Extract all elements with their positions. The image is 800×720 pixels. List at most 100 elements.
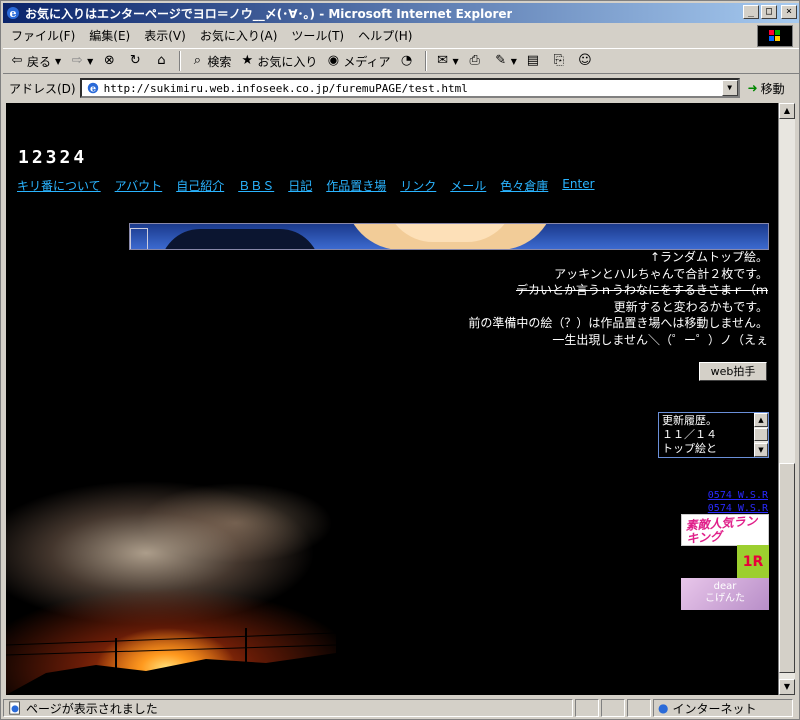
search-icon: ⌕ [193, 53, 201, 68]
chevron-down-icon: ▼ [510, 56, 517, 66]
status-pane [601, 699, 625, 717]
minimize-button[interactable]: _ [743, 5, 759, 19]
browser-window: e お気に入りはエンターページでヨロ＝ノウ__〆(･∀･｡) - Microso… [0, 0, 800, 720]
back-arrow-icon: ⇦ [11, 53, 23, 68]
history-line: 更新履歴。 [662, 414, 717, 427]
status-pane [627, 699, 651, 717]
web-clap-button[interactable]: web拍手 [699, 362, 767, 381]
address-bar: アドレス(D) e http://sukimiru.web.infoseek.c… [3, 76, 799, 100]
favorites-button[interactable]: ★ お気に入り [239, 53, 318, 70]
refresh-icon: ↻ [129, 53, 141, 68]
edit-button[interactable]: ✎ ▼ [493, 53, 517, 69]
stop-button[interactable]: ⊗ [101, 53, 119, 69]
address-url: http://sukimiru.web.infoseek.co.jp/furem… [103, 81, 468, 95]
menu-view[interactable]: 表示(V) [144, 27, 186, 44]
media-icon: ◉ [327, 53, 340, 68]
svg-text:e: e [90, 84, 96, 95]
power-lines-silhouette [6, 628, 336, 695]
edit-icon: ✎ [495, 53, 507, 68]
small-link[interactable]: 0574 W.S.R [708, 489, 768, 502]
title-bar[interactable]: e お気に入りはエンターページでヨロ＝ノウ__〆(･∀･｡) - Microso… [3, 3, 799, 23]
note-line: ↑ランダムトップ絵。 [649, 250, 768, 264]
mail-icon: ✉ [437, 53, 448, 68]
print-button[interactable]: ⎙ [467, 53, 485, 69]
go-arrow-icon: ➜ [747, 81, 758, 95]
status-text-pane: ページが表示されました [3, 699, 573, 717]
access-counter: 12324 [18, 147, 88, 168]
history-icon: ◔ [400, 53, 413, 68]
scroll-up-icon[interactable]: ▲ [754, 413, 768, 427]
internet-globe-icon: ● [658, 701, 669, 715]
status-bar: ページが表示されました ● インターネット [3, 698, 799, 718]
dear-link-banner[interactable]: dear こげんた [681, 578, 769, 610]
random-top-illustration [129, 223, 769, 250]
sunset-background-image [6, 433, 336, 695]
zone-pane: ● インターネット [653, 699, 793, 717]
history-scrollbar[interactable]: ▲ ▼ [754, 413, 768, 457]
note-line: 一生出現しません＼（゜ー゜）ノ（えぇ [552, 332, 768, 347]
windows-flag-icon [769, 30, 780, 41]
note-line: アッキンとハルちゃんで合計２枚です。 [554, 266, 768, 281]
chevron-down-icon: ▼ [55, 56, 62, 66]
scroll-down-icon[interactable]: ▼ [754, 443, 768, 457]
close-button[interactable]: × [781, 5, 797, 19]
address-dropdown-button[interactable]: ▼ [721, 80, 738, 96]
nav-bbs[interactable]: ＢＢＳ [238, 177, 274, 194]
maximize-button[interactable]: □ [761, 5, 777, 19]
messenger-button[interactable]: ☺ [577, 53, 595, 69]
site-nav: キリ番について アバウト 自己紹介 ＢＢＳ 日記 作品置き場 リンク メール 色… [17, 177, 595, 194]
top-image-notes: ↑ランダムトップ絵。 アッキンとハルちゃんで合計２枚です。 デカいとか言うｎうわ… [468, 249, 768, 348]
media-button[interactable]: ◉ メディア [325, 53, 391, 70]
discuss-button[interactable]: ▤ [525, 53, 543, 69]
nav-kiriban[interactable]: キリ番について [17, 177, 101, 194]
toolbar-separator [179, 51, 182, 71]
note-line: 前の準備中の絵（？）は作品置き場へは移動しません。 [468, 316, 768, 330]
chevron-down-icon: ▼ [87, 56, 94, 66]
page-scrollbar[interactable]: ▲ ▼ [778, 103, 795, 695]
menu-help[interactable]: ヘルプ(H) [358, 27, 412, 44]
ranking-1r-banner[interactable]: 1R [737, 545, 769, 579]
nav-mail[interactable]: メール [450, 177, 486, 194]
menu-tools[interactable]: ツール(T) [291, 27, 344, 44]
nav-enter[interactable]: Enter [562, 177, 594, 194]
scroll-up-icon[interactable]: ▲ [779, 103, 795, 119]
status-pane [575, 699, 599, 717]
ie-icon: e [7, 7, 19, 20]
nav-about[interactable]: アバウト [115, 177, 163, 194]
forward-arrow-icon: ⇨ [71, 53, 83, 68]
ranking-banner[interactable]: 素敵人気ランキング [681, 514, 769, 546]
home-button[interactable]: ⌂ [153, 53, 171, 69]
chevron-down-icon: ▼ [452, 56, 459, 66]
menu-file[interactable]: ファイル(F) [11, 27, 75, 44]
menu-edit[interactable]: 編集(E) [89, 27, 130, 44]
nav-diary[interactable]: 日記 [288, 177, 312, 194]
nav-links[interactable]: リンク [400, 177, 436, 194]
history-line: トップ絵と [662, 442, 717, 455]
back-button[interactable]: ⇦ 戻る ▼ [9, 53, 62, 70]
nav-storage[interactable]: 色々倉庫 [500, 177, 548, 194]
scroll-thumb[interactable] [779, 463, 795, 673]
mail-button[interactable]: ✉ ▼ [435, 53, 459, 69]
forward-button[interactable]: ⇨ ▼ [69, 53, 94, 69]
refresh-button[interactable]: ↻ [127, 53, 145, 69]
small-link-group: 0574 W.S.R 0574 W.S.R [708, 489, 768, 515]
menu-favorites[interactable]: お気に入り(A) [200, 27, 278, 44]
scroll-thumb[interactable] [754, 428, 768, 441]
page-content: 12324 キリ番について アバウト 自己紹介 ＢＢＳ 日記 作品置き場 リンク… [6, 103, 778, 695]
go-button[interactable]: ➜ 移動 [748, 80, 785, 97]
address-input[interactable]: e http://sukimiru.web.infoseek.co.jp/fur… [79, 78, 740, 98]
nav-gallery[interactable]: 作品置き場 [326, 177, 386, 194]
address-label: アドレス(D) [9, 81, 76, 96]
research-button[interactable]: ⎘ [551, 53, 569, 69]
standard-toolbar: ⇦ 戻る ▼ ⇨ ▼ ⊗ ↻ ⌂ ⌕ 検索 ★ お気に入り ◉ メディア ◔ ✉ ▼ ⎙ ✎ ▼… [3, 48, 799, 74]
research-icon: ⎘ [553, 53, 565, 68]
toolbar-separator [424, 51, 427, 71]
menu-bar: ファイル(F) 編集(E) 表示(V) お気に入り(A) ツール(T) ヘルプ(… [3, 25, 759, 45]
update-history-box[interactable]: 更新履歴。 １１／１４ トップ絵と ▲ ▼ [658, 412, 769, 458]
window-title: お気に入りはエンターページでヨロ＝ノウ__〆(･∀･｡) - Microsoft… [25, 6, 513, 21]
scroll-down-icon[interactable]: ▼ [779, 679, 795, 695]
nav-profile[interactable]: 自己紹介 [176, 177, 224, 194]
search-button[interactable]: ⌕ 検索 [189, 53, 232, 70]
history-button[interactable]: ◔ [399, 53, 417, 69]
page-done-icon [9, 701, 20, 715]
